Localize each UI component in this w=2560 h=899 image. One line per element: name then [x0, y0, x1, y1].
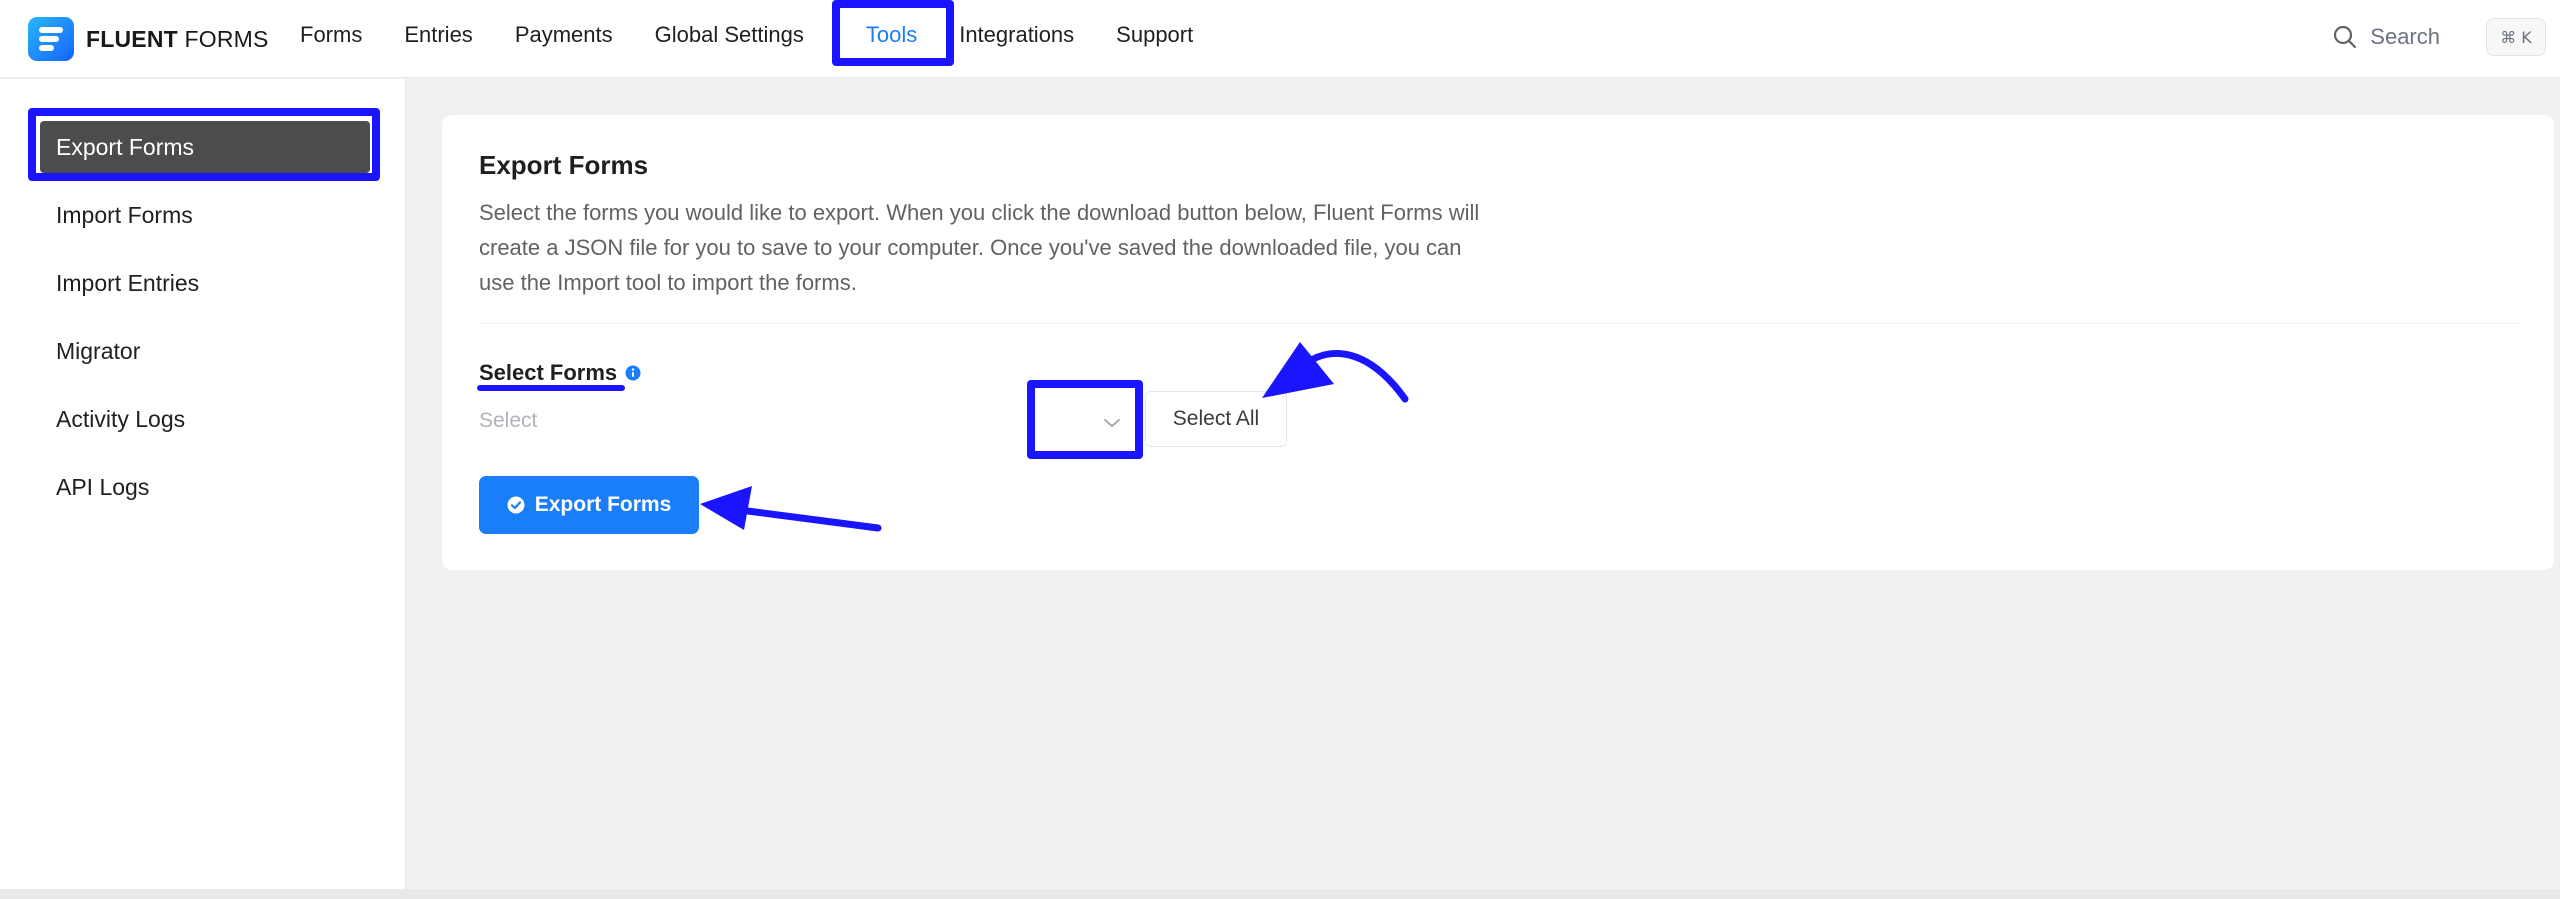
- sidebar-item-label: Export Forms: [56, 133, 195, 160]
- export-forms-card: Export Forms Select the forms you would …: [442, 115, 2554, 570]
- info-icon[interactable]: [625, 365, 641, 381]
- select-all-button[interactable]: Select All: [1145, 391, 1287, 447]
- divider: [479, 323, 2519, 324]
- chevron-down-icon: [1104, 419, 1120, 427]
- select-dropdown-toggle[interactable]: [1090, 401, 1134, 445]
- sidebar-item-label: API Logs: [56, 473, 150, 500]
- nav-support[interactable]: Support: [1116, 22, 1193, 48]
- tools-sidebar: Export Forms Import Forms Import Entries…: [0, 79, 406, 889]
- sidebar-item-label: Migrator: [56, 337, 141, 364]
- nav-tools[interactable]: Tools: [866, 22, 917, 48]
- search-trigger[interactable]: Search: [2332, 0, 2440, 74]
- bottom-strip: [0, 889, 2560, 899]
- main-nav: Forms Entries Payments Global Settings T…: [300, 0, 1235, 70]
- logo-text: FLUENT FORMS: [86, 25, 269, 52]
- fluent-forms-logo-icon: [28, 17, 74, 61]
- nav-forms[interactable]: Forms: [300, 22, 362, 48]
- select-forms-label: Select Forms: [479, 360, 641, 386]
- select-forms-label-text: Select Forms: [479, 360, 618, 385]
- sidebar-item-label: Import Entries: [56, 269, 200, 296]
- sidebar-item-migrator[interactable]: Migrator: [40, 325, 370, 377]
- export-forms-button[interactable]: Export Forms: [479, 476, 699, 534]
- sidebar-item-label: Import Forms: [56, 201, 193, 228]
- sidebar-item-import-forms[interactable]: Import Forms: [40, 189, 370, 241]
- nav-integrations[interactable]: Integrations: [959, 22, 1074, 48]
- page-description: Select the forms you would like to expor…: [479, 200, 1480, 295]
- top-bar: FLUENT FORMS Forms Entries Payments Glob…: [0, 0, 2560, 78]
- search-shortcut-badge: ⌘ K: [2486, 18, 2546, 56]
- nav-entries[interactable]: Entries: [404, 22, 472, 48]
- app-root: FLUENT FORMS Forms Entries Payments Glob…: [0, 0, 2560, 899]
- nav-payments[interactable]: Payments: [515, 22, 613, 48]
- search-icon: [2334, 25, 2357, 49]
- sidebar-item-export-forms[interactable]: Export Forms: [40, 121, 370, 173]
- sidebar-item-label: Activity Logs: [56, 405, 186, 432]
- sidebar-item-api-logs[interactable]: API Logs: [40, 461, 370, 513]
- nav-global-settings[interactable]: Global Settings: [655, 22, 804, 48]
- search-label: Search: [2370, 24, 2440, 49]
- check-circle-icon: [507, 496, 525, 514]
- page-title: Export Forms: [479, 150, 649, 180]
- fluent-forms-logo[interactable]: FLUENT FORMS: [28, 17, 269, 61]
- export-forms-button-label: Export Forms: [534, 493, 672, 516]
- sidebar-item-activity-logs[interactable]: Activity Logs: [40, 393, 370, 445]
- sidebar-item-import-entries[interactable]: Import Entries: [40, 257, 370, 309]
